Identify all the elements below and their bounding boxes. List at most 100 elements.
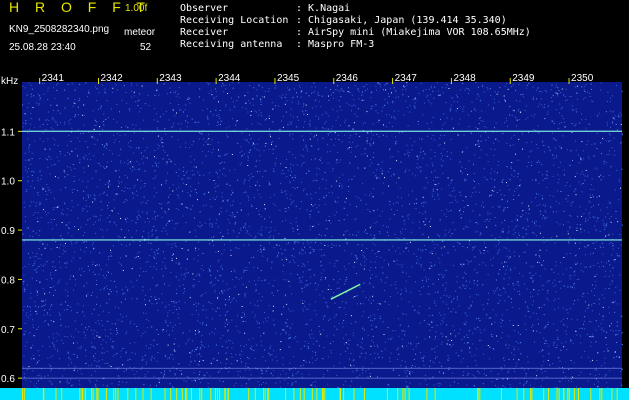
noise-dot <box>552 132 554 134</box>
noise-dot <box>432 90 434 92</box>
noise-dot <box>226 134 228 136</box>
noise-dot <box>96 264 98 266</box>
noise-dot <box>511 352 513 354</box>
noise-dot <box>363 255 365 257</box>
noise-dot <box>155 299 157 300</box>
noise-dot <box>77 303 79 305</box>
noise-dot <box>461 350 463 352</box>
noise-dot <box>326 305 328 306</box>
noise-dot <box>337 152 339 153</box>
noise-dot <box>381 350 383 352</box>
noise-dot <box>590 197 592 198</box>
noise-dot <box>274 229 276 231</box>
noise-dot <box>212 114 214 116</box>
noise-dot <box>456 201 458 203</box>
noise-dot <box>526 166 528 168</box>
noise-dot <box>205 309 207 311</box>
noise-dot <box>77 190 79 192</box>
noise-dot <box>381 210 383 212</box>
noise-dot <box>353 104 355 106</box>
noise-dot <box>260 229 262 231</box>
noise-dot <box>256 344 257 346</box>
noise-dot <box>270 230 272 232</box>
noise-dot <box>437 193 438 195</box>
noise-dot <box>397 151 399 153</box>
noise-dot <box>194 229 196 231</box>
noise-dot <box>137 329 139 331</box>
noise-dot <box>156 89 158 91</box>
noise-dot <box>531 201 533 203</box>
noise-dot <box>221 161 223 163</box>
noise-dot <box>602 319 604 321</box>
noise-dot <box>486 218 488 220</box>
noise-dot <box>104 363 106 364</box>
noise-dot <box>226 311 227 313</box>
noise-dot <box>222 335 224 337</box>
noise-dot <box>374 352 376 354</box>
noise-dot <box>358 231 359 233</box>
noise-dot <box>529 384 531 386</box>
noise-dot <box>90 251 92 253</box>
noise-dot <box>107 271 109 272</box>
noise-dot <box>215 109 217 111</box>
noise-dot <box>161 203 163 205</box>
noise-dot <box>455 311 457 313</box>
noise-dot <box>261 87 263 88</box>
noise-dot <box>532 86 534 88</box>
noise-dot <box>121 181 123 183</box>
noise-dot <box>51 164 53 166</box>
noise-dot <box>145 313 147 314</box>
noise-dot <box>98 365 100 367</box>
noise-dot <box>94 353 96 355</box>
noise-dot <box>111 323 113 325</box>
noise-dot <box>395 141 396 143</box>
noise-dot <box>312 343 314 345</box>
noise-dot <box>371 328 373 330</box>
noise-dot <box>168 119 170 121</box>
noise-dot <box>99 252 101 254</box>
noise-dot <box>431 240 433 242</box>
noise-dot <box>557 307 559 309</box>
noise-dot <box>603 330 605 332</box>
noise-dot <box>248 142 250 143</box>
noise-dot <box>210 206 212 207</box>
noise-dot <box>605 216 606 218</box>
noise-dot <box>276 244 278 246</box>
noise-dot <box>405 272 407 274</box>
noise-dot <box>71 335 72 337</box>
noise-dot <box>309 283 311 284</box>
noise-dot <box>198 248 200 250</box>
noise-dot <box>70 169 72 171</box>
noise-dot <box>212 358 214 360</box>
noise-dot <box>127 187 129 189</box>
noise-dot <box>319 333 321 335</box>
noise-dot <box>23 201 25 203</box>
noise-dot <box>115 286 117 288</box>
noise-dot <box>366 84 368 86</box>
noise-dot <box>606 234 608 236</box>
noise-dot <box>136 160 138 162</box>
noise-dot <box>504 291 506 293</box>
noise-dot <box>589 96 591 97</box>
noise-dot <box>539 204 541 206</box>
noise-dot <box>36 280 38 282</box>
noise-dot <box>407 96 409 98</box>
noise-dot <box>526 218 528 220</box>
noise-dot <box>351 315 352 317</box>
noise-dot <box>520 216 522 218</box>
noise-dot <box>50 365 52 367</box>
noise-dot <box>401 197 402 199</box>
noise-dot <box>282 329 284 331</box>
noise-dot <box>475 364 477 366</box>
noise-dot <box>474 222 476 224</box>
noise-dot <box>446 295 448 297</box>
noise-dot <box>194 121 196 123</box>
noise-dot <box>514 267 516 269</box>
noise-dot <box>576 230 578 231</box>
noise-dot <box>318 148 320 150</box>
noise-dot <box>187 192 189 194</box>
noise-dot <box>529 151 531 153</box>
noise-dot <box>73 289 74 291</box>
noise-dot <box>66 336 68 338</box>
noise-dot <box>360 386 361 388</box>
